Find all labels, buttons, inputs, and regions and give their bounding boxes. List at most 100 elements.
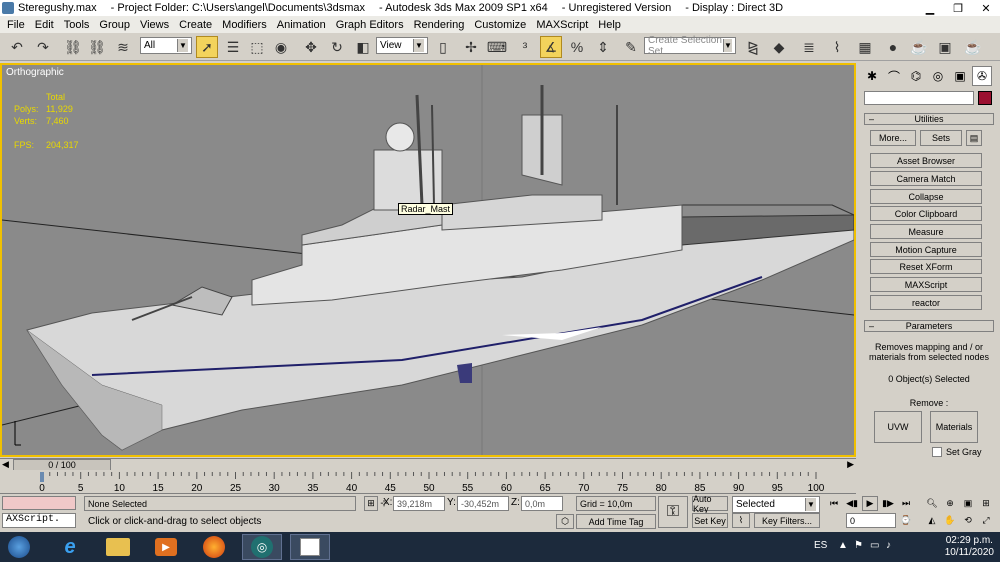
menu-create[interactable]: Create xyxy=(176,19,219,31)
set-key-button[interactable]: Set Key xyxy=(692,513,728,528)
zoom-extents-all-icon[interactable]: ⊞ xyxy=(978,496,994,511)
edit-named-selections-icon[interactable]: ✎ xyxy=(620,36,642,58)
utilities-rollout-header[interactable]: – Utilities xyxy=(864,113,994,125)
volume-icon[interactable]: ♪ xyxy=(886,540,891,551)
percent-snap-icon[interactable]: % xyxy=(566,36,588,58)
materials-button[interactable]: Materials xyxy=(930,411,978,443)
go-to-start-icon[interactable]: ⏮ xyxy=(826,496,842,511)
modify-tab-icon[interactable]: ⌒ xyxy=(884,66,904,86)
configure-sets-icon[interactable]: ▤ xyxy=(966,130,982,146)
firefox-icon[interactable] xyxy=(194,534,234,560)
time-slider[interactable]: ◀ 0 / 100 ▶ xyxy=(0,458,856,471)
parameters-rollout-header[interactable]: – Parameters xyxy=(864,320,994,332)
next-key-icon[interactable]: ▮▶ xyxy=(880,496,896,511)
hierarchy-tab-icon[interactable]: ⌬ xyxy=(906,66,926,86)
undo-icon[interactable]: ↶ xyxy=(6,36,28,58)
layer-manager-icon[interactable]: ≣ xyxy=(798,36,820,58)
spinner-snap-icon[interactable]: ⇕ xyxy=(592,36,614,58)
key-filters-button[interactable]: Key Filters... xyxy=(754,513,820,528)
zoom-all-icon[interactable]: ⊕ xyxy=(942,496,958,511)
menu-graph-editors[interactable]: Graph Editors xyxy=(333,19,411,31)
menu-views[interactable]: Views xyxy=(137,19,176,31)
key-icon[interactable]: ⚿ xyxy=(658,496,688,528)
start-button[interactable] xyxy=(2,534,36,560)
camera-match-button[interactable]: Camera Match xyxy=(870,171,982,186)
menu-customize[interactable]: Customize xyxy=(471,19,533,31)
select-manipulate-icon[interactable]: ✢ xyxy=(460,36,482,58)
zoom-icon[interactable]: 🔍︎ xyxy=(924,496,940,511)
menu-tools[interactable]: Tools xyxy=(61,19,97,31)
close-button[interactable]: ✕ xyxy=(972,0,1000,16)
more-button[interactable]: More... xyxy=(870,130,916,146)
maximize-button[interactable]: ❐ xyxy=(944,0,972,16)
color-clipboard-button[interactable]: Color Clipboard xyxy=(870,206,982,221)
key-mode-dropdown[interactable]: Selected ▼ xyxy=(732,496,820,513)
menu-help[interactable]: Help xyxy=(595,19,628,31)
motion-capture-button[interactable]: Motion Capture xyxy=(870,242,982,257)
unlink-icon[interactable]: ⛓ xyxy=(86,36,108,58)
x-coordinate-field[interactable]: 39,218m xyxy=(393,496,445,511)
y-coordinate-field[interactable]: -30,452m xyxy=(457,496,509,511)
input-language[interactable]: ES xyxy=(814,540,827,551)
key-tangent-icon[interactable]: ⌇ xyxy=(732,513,750,528)
utilities-tab-icon[interactable]: ✇ xyxy=(972,66,992,86)
play-icon[interactable]: ▶ xyxy=(862,496,878,511)
window-crossing-icon[interactable]: ◉ xyxy=(270,36,292,58)
scale-icon[interactable]: ◧ xyxy=(352,36,374,58)
select-object-icon[interactable]: ➚ xyxy=(196,36,218,58)
viewport-label[interactable]: Orthographic xyxy=(6,67,64,78)
app-icon[interactable] xyxy=(2,2,14,14)
time-configuration-icon[interactable]: ⌚ xyxy=(898,513,914,528)
menu-rendering[interactable]: Rendering xyxy=(411,19,472,31)
selection-filter-dropdown[interactable]: All ▼ xyxy=(140,37,192,54)
current-frame-field[interactable]: 0 xyxy=(846,513,896,528)
angle-snap-icon[interactable]: ∡ xyxy=(540,36,562,58)
previous-key-icon[interactable]: ◀▮ xyxy=(844,496,860,511)
menu-edit[interactable]: Edit xyxy=(32,19,61,31)
object-name-field[interactable] xyxy=(864,91,974,105)
rendered-frame-window-icon[interactable]: ▣ xyxy=(934,36,956,58)
uvw-button[interactable]: UVW xyxy=(874,411,922,443)
align-icon[interactable]: ◆ xyxy=(768,36,790,58)
lock-selection-icon[interactable]: ⊞ xyxy=(364,496,378,511)
field-of-view-icon[interactable]: ◭ xyxy=(924,513,940,528)
file-explorer-icon[interactable] xyxy=(98,534,138,560)
mirror-icon[interactable]: ⧎ xyxy=(742,36,764,58)
motion-tab-icon[interactable]: ◎ xyxy=(928,66,948,86)
pan-icon[interactable]: ✋ xyxy=(942,513,958,528)
create-tab-icon[interactable]: ✱ xyxy=(862,66,882,86)
menu-group[interactable]: Group xyxy=(96,19,137,31)
measure-button[interactable]: Measure xyxy=(870,224,982,239)
previous-frame-icon[interactable]: ◀ xyxy=(2,459,9,470)
action-center-icon[interactable]: ⚑ xyxy=(854,540,863,551)
select-and-link-icon[interactable]: ⛓ xyxy=(62,36,84,58)
auto-key-button[interactable]: Auto Key xyxy=(692,494,728,514)
show-hidden-icons[interactable]: ▲ xyxy=(838,540,848,551)
time-tag-icon[interactable]: ⬡ xyxy=(556,514,574,529)
set-gray-checkbox[interactable] xyxy=(932,447,942,457)
rotate-icon[interactable]: ↻ xyxy=(326,36,348,58)
menu-animation[interactable]: Animation xyxy=(274,19,333,31)
rectangular-selection-icon[interactable]: ⬚ xyxy=(246,36,268,58)
reactor-button[interactable]: reactor xyxy=(870,295,982,310)
track-bar[interactable]: 0 5 10 15 20 25 30 35 40 45 50 55 60 65 70 75 80 85 90 95 10… xyxy=(0,470,856,494)
render-setup-icon[interactable]: ☕ xyxy=(908,36,930,58)
schematic-view-icon[interactable]: ▦ xyxy=(854,36,876,58)
system-clock[interactable]: 02:29 p.m. 10/11/2020 xyxy=(945,535,994,559)
sets-button[interactable]: Sets xyxy=(920,130,962,146)
move-icon[interactable]: ✥ xyxy=(300,36,322,58)
maximize-viewport-icon[interactable]: ⤢ xyxy=(978,513,994,528)
paint-icon[interactable] xyxy=(290,534,330,560)
menu-maxscript[interactable]: MAXScript xyxy=(533,19,595,31)
current-frame-marker[interactable] xyxy=(40,472,44,482)
battery-icon[interactable]: ▭ xyxy=(870,540,879,551)
snaps-toggle-icon[interactable]: ³ xyxy=(514,36,536,58)
go-to-end-icon[interactable]: ⏭ xyxy=(898,496,914,511)
maxscript-mini-listener-top[interactable] xyxy=(2,496,76,510)
internet-explorer-icon[interactable]: e xyxy=(50,534,90,560)
select-by-name-icon[interactable]: ☰ xyxy=(222,36,244,58)
bind-space-warp-icon[interactable]: ≋ xyxy=(112,36,134,58)
pivot-center-icon[interactable]: ▯ xyxy=(432,36,454,58)
material-editor-icon[interactable]: ● xyxy=(882,36,904,58)
display-tab-icon[interactable]: ▣ xyxy=(950,66,970,86)
